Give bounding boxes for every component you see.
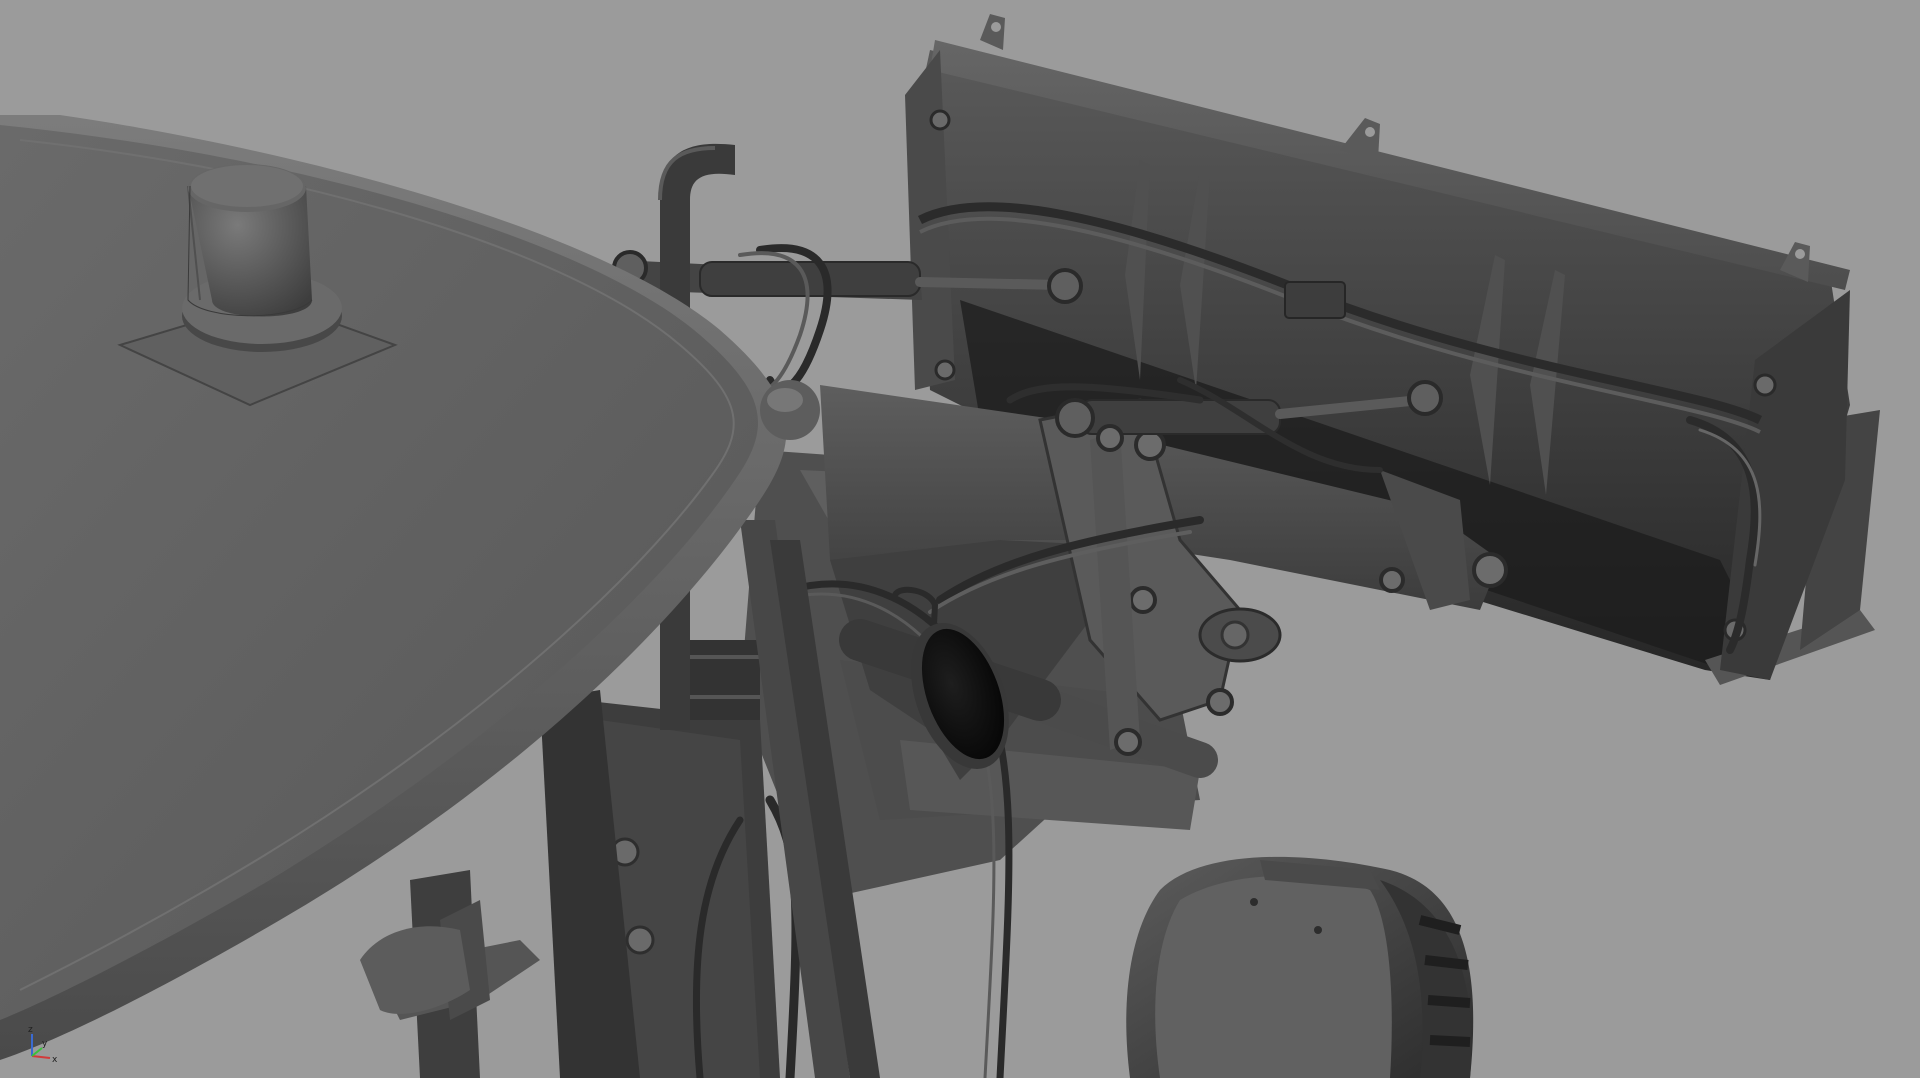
bolt bbox=[625, 925, 655, 955]
3d-viewport[interactable]: z x y bbox=[0, 0, 1920, 1078]
axis-triad-icon: z x y bbox=[28, 1025, 58, 1065]
axis-label-x: x bbox=[52, 1055, 58, 1064]
tractor-loader-model[interactable] bbox=[0, 0, 1920, 1078]
front-tire[interactable] bbox=[1126, 856, 1474, 1078]
hydraulic-valve-block bbox=[1284, 281, 1346, 319]
tilt-cylinder bbox=[699, 261, 921, 297]
view-axis-gizmo[interactable]: z x y bbox=[22, 1024, 62, 1065]
axis-label-z: z bbox=[28, 1025, 33, 1035]
axis-label-y: y bbox=[42, 1039, 48, 1049]
